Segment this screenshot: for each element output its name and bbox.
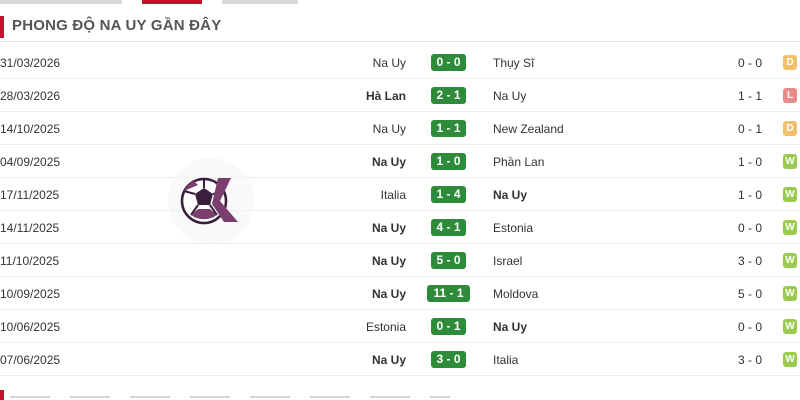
- half-time-score: 1 - 0: [737, 155, 762, 169]
- half-time-score: 0 - 0: [737, 320, 762, 334]
- home-team[interactable]: Na Uy: [373, 56, 406, 70]
- result-badge: D: [783, 121, 797, 136]
- half-time-score: 1 - 0: [737, 188, 762, 202]
- half-time-score: 0 - 0: [737, 56, 762, 70]
- half-time-score: 0 - 0: [737, 221, 762, 235]
- half-time-score: 5 - 0: [737, 287, 762, 301]
- home-team[interactable]: Italia: [381, 188, 406, 202]
- result-badge: W: [783, 220, 797, 235]
- match-date: 04/09/2025: [0, 155, 61, 169]
- score-badge[interactable]: 0 - 1: [431, 318, 466, 335]
- match-row[interactable]: 04/09/2025 Na Uy 1 - 0 Phần Lan 1 - 0 W: [0, 145, 800, 178]
- away-team[interactable]: Italia: [493, 353, 518, 367]
- match-date: 14/10/2025: [0, 122, 61, 136]
- result-badge: W: [783, 352, 797, 367]
- home-team[interactable]: Na Uy: [372, 353, 406, 367]
- result-badge: W: [783, 253, 797, 268]
- match-row[interactable]: 31/03/2026 Na Uy 0 - 0 Thụy Sĩ 0 - 0 D: [0, 46, 800, 79]
- score-badge[interactable]: 5 - 0: [431, 252, 466, 269]
- match-date: 07/06/2025: [0, 353, 61, 367]
- score-badge[interactable]: 2 - 1: [431, 87, 466, 104]
- match-row[interactable]: 10/06/2025 Estonia 0 - 1 Na Uy 0 - 0 W: [0, 310, 800, 343]
- match-row[interactable]: 07/06/2025 Na Uy 3 - 0 Italia 3 - 0 W: [0, 343, 800, 376]
- match-list: 31/03/2026 Na Uy 0 - 0 Thụy Sĩ 0 - 0 D 2…: [0, 46, 800, 376]
- away-team[interactable]: New Zealand: [493, 122, 564, 136]
- away-team[interactable]: Estonia: [493, 221, 533, 235]
- score-badge[interactable]: 1 - 0: [431, 153, 466, 170]
- home-team[interactable]: Na Uy: [372, 221, 406, 235]
- match-row[interactable]: 14/10/2025 Na Uy 1 - 1 New Zealand 0 - 1…: [0, 112, 800, 145]
- score-badge[interactable]: 1 - 4: [431, 186, 466, 203]
- result-badge: W: [783, 154, 797, 169]
- match-date: 10/06/2025: [0, 320, 61, 334]
- match-row[interactable]: 28/03/2026 Hà Lan 2 - 1 Na Uy 1 - 1 L: [0, 79, 800, 112]
- away-team[interactable]: Na Uy: [493, 320, 527, 334]
- result-badge: W: [783, 286, 797, 301]
- match-date: 17/11/2025: [0, 188, 60, 202]
- away-team[interactable]: Thụy Sĩ: [493, 56, 534, 70]
- section-title: PHONG ĐỘ NA UY GẦN ĐÂY: [12, 17, 222, 34]
- away-team[interactable]: Moldova: [493, 287, 538, 301]
- result-badge: D: [783, 55, 797, 70]
- result-badge: W: [783, 187, 797, 202]
- half-time-score: 3 - 0: [737, 254, 762, 268]
- match-row[interactable]: 17/11/2025 Italia 1 - 4 Na Uy 1 - 0 W: [0, 178, 800, 211]
- home-team[interactable]: Na Uy: [373, 122, 406, 136]
- top-tab-strip: [0, 0, 800, 4]
- half-time-score: 1 - 1: [737, 89, 762, 103]
- half-time-score: 3 - 0: [737, 353, 762, 367]
- match-date: 31/03/2026: [0, 56, 61, 70]
- next-section-accent-bar: [0, 390, 4, 400]
- score-badge[interactable]: 4 - 1: [431, 219, 466, 236]
- soccer-ball-k-logo: [168, 158, 254, 244]
- match-date: 10/09/2025: [0, 287, 61, 301]
- result-badge: L: [783, 88, 797, 103]
- score-badge[interactable]: 0 - 0: [431, 54, 466, 71]
- tab-indicator[interactable]: [0, 0, 122, 4]
- home-team[interactable]: Na Uy: [372, 287, 406, 301]
- section-header: PHONG ĐỘ NA UY GẦN ĐÂY: [0, 12, 800, 42]
- tab-indicator[interactable]: [222, 0, 298, 4]
- away-team[interactable]: Na Uy: [493, 89, 526, 103]
- header-accent-bar: [0, 16, 4, 38]
- home-team[interactable]: Na Uy: [372, 254, 406, 268]
- match-row[interactable]: 10/09/2025 Na Uy 11 - 1 Moldova 5 - 0 W: [0, 277, 800, 310]
- match-date: 28/03/2026: [0, 89, 61, 103]
- away-team[interactable]: Phần Lan: [493, 155, 544, 169]
- tab-indicator-active[interactable]: [142, 0, 202, 4]
- away-team[interactable]: Israel: [493, 254, 522, 268]
- score-badge[interactable]: 11 - 1: [427, 285, 470, 302]
- home-team[interactable]: Estonia: [366, 320, 406, 334]
- score-badge[interactable]: 1 - 1: [431, 120, 466, 137]
- match-row[interactable]: 14/11/2025 Na Uy 4 - 1 Estonia 0 - 0 W: [0, 211, 800, 244]
- away-team[interactable]: Na Uy: [493, 188, 527, 202]
- score-badge[interactable]: 3 - 0: [431, 351, 466, 368]
- half-time-score: 0 - 1: [737, 122, 762, 136]
- next-section-divider: [10, 396, 450, 398]
- match-date: 14/11/2025: [0, 221, 60, 235]
- match-date: 11/10/2025: [0, 254, 60, 268]
- home-team[interactable]: Na Uy: [372, 155, 406, 169]
- result-badge: W: [783, 319, 797, 334]
- match-row[interactable]: 11/10/2025 Na Uy 5 - 0 Israel 3 - 0 W: [0, 244, 800, 277]
- home-team[interactable]: Hà Lan: [366, 89, 406, 103]
